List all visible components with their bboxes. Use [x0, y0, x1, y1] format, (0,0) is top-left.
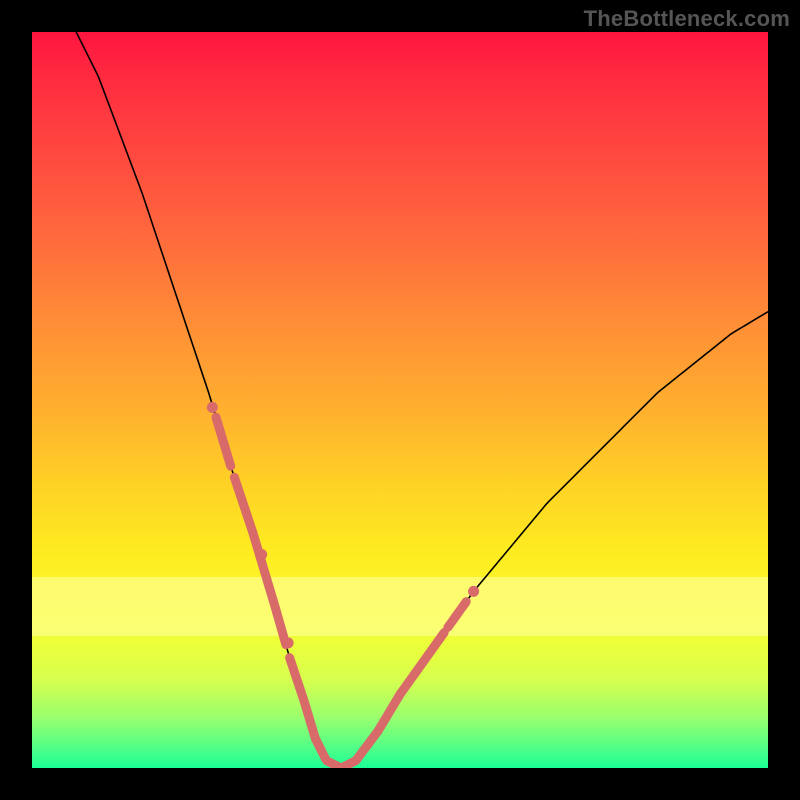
- highlight-segment: [216, 417, 231, 466]
- highlight-dot: [468, 586, 479, 597]
- highlight-segment: [415, 633, 444, 674]
- highlight-segment: [234, 477, 260, 557]
- highlight-dot: [207, 402, 218, 413]
- highlight-dot: [256, 549, 267, 560]
- curve-layer: [32, 32, 768, 768]
- highlight-segment: [290, 658, 316, 739]
- chart-stage: TheBottleneck.com: [0, 0, 800, 800]
- plot-frame: [32, 32, 768, 768]
- highlight-segment: [385, 674, 414, 719]
- highlight-segment: [356, 719, 385, 761]
- highlight-segment: [448, 602, 466, 628]
- highlight-segment: [315, 739, 355, 768]
- highlight-dot: [283, 637, 294, 648]
- highlight-segment: [260, 557, 286, 645]
- highlight-segments: [216, 417, 466, 768]
- watermark-text: TheBottleneck.com: [584, 6, 790, 32]
